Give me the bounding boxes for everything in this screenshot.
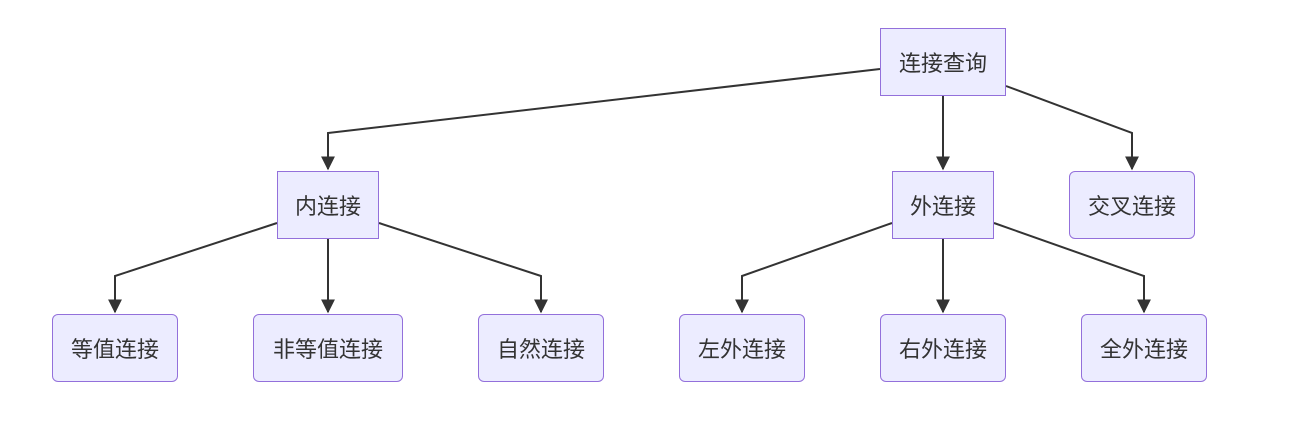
node-equi-join: 等值连接 [52,314,178,382]
node-inner-join: 内连接 [277,171,379,239]
edge-outer-left [735,222,893,314]
edge-root-inner [321,68,881,171]
join-query-diagram: 连接查询 内连接 外连接 交叉连接 等值连接 非等值连接 自然连接 左外连接 右… [0,0,1306,431]
node-outer-join: 外连接 [892,171,994,239]
edge-root-cross [1005,85,1139,171]
edge-inner-equi [108,222,278,314]
node-cross-join: 交叉连接 [1069,171,1195,239]
node-full-outer-join: 全外连接 [1081,314,1207,382]
edge-inner-natural [378,222,548,314]
node-natural-join: 自然连接 [478,314,604,382]
node-non-equi-join: 非等值连接 [253,314,403,382]
node-right-outer-join: 右外连接 [880,314,1006,382]
node-left-outer-join: 左外连接 [679,314,805,382]
node-join-query: 连接查询 [880,28,1006,96]
